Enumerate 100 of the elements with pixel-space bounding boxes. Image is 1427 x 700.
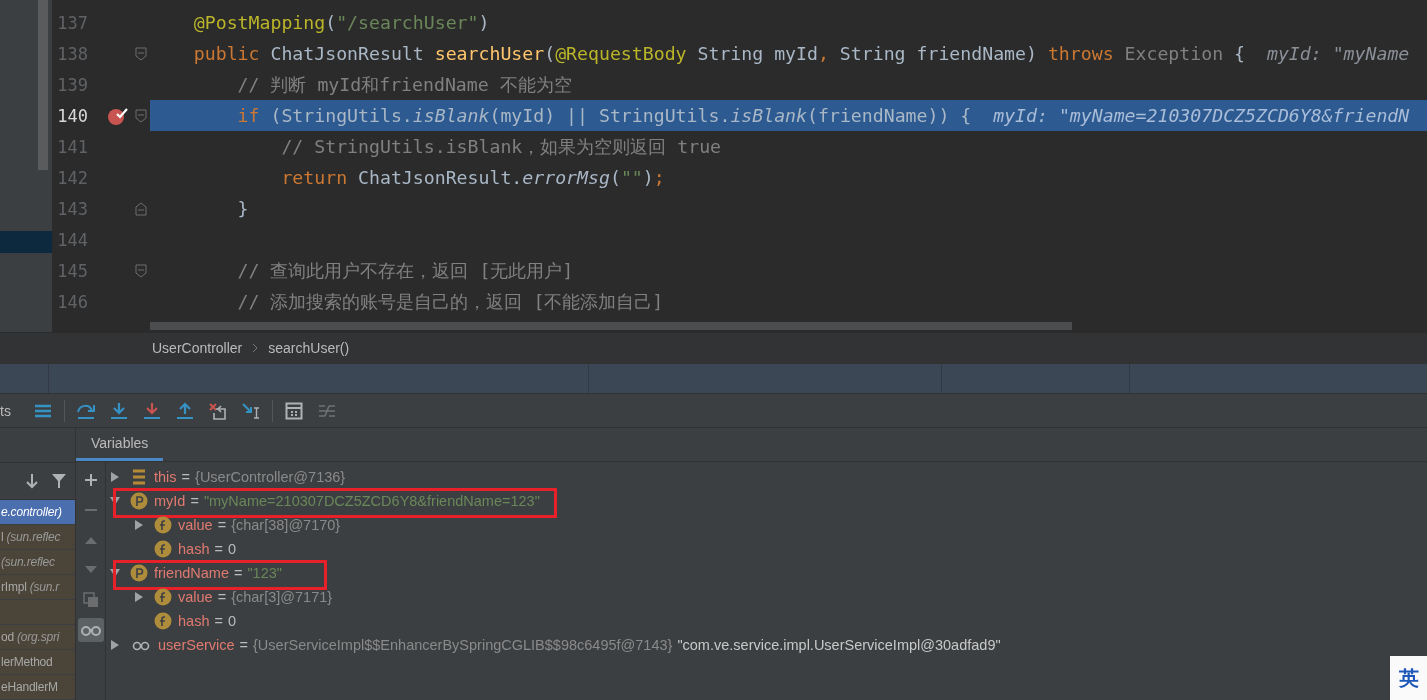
expand-arrow-icon[interactable]	[110, 472, 120, 482]
variable-value: {char[3]@7171}	[231, 589, 333, 605]
line-number: 144	[56, 229, 88, 250]
parameter-icon	[130, 492, 148, 510]
frame-item[interactable]: lerMethod	[0, 650, 75, 675]
plus-icon	[83, 473, 98, 487]
field-icon	[154, 540, 172, 558]
frame-location: (sun.reflec	[1, 555, 55, 569]
field-icon	[154, 516, 172, 534]
line-number: 137	[56, 12, 88, 33]
variable-value: {UserController@7136}	[195, 469, 346, 485]
frame-method: od	[1, 630, 14, 644]
assignment-sign: =	[214, 541, 223, 557]
layout-icon	[34, 402, 52, 419]
variable-value: 0	[227, 541, 236, 557]
frame-location: e.controller)	[1, 505, 62, 519]
chevron-icon	[252, 342, 259, 353]
line-number: 141	[56, 136, 88, 157]
code-line: if (StringUtils.isBlank(myId) || StringUtils.isBlank(friendName)) { myId: "myName=210307DCZ5ZCD6Y8&friendN	[236, 105, 1410, 126]
expand-arrow-icon[interactable]	[110, 640, 120, 650]
assignment-sign: =	[217, 589, 227, 605]
line-number: 143	[56, 198, 88, 219]
fold-icon[interactable]	[135, 46, 147, 61]
line-number: 140	[56, 105, 88, 126]
code-line: // StringUtils.isBlank，如果为空则返回 true	[280, 135, 722, 159]
collapse-arrow-icon[interactable]	[110, 568, 120, 578]
copy-icon	[82, 592, 99, 608]
filter-icon[interactable]	[51, 473, 67, 489]
watches-button[interactable]	[77, 618, 104, 642]
code-line: // 添加搜索的账号是自己的，返回 [不能添加自己]	[236, 290, 664, 314]
line-number: 138	[56, 43, 88, 64]
input-method-indicator[interactable]: 英	[1390, 656, 1427, 700]
frame-location: (sun.reflec	[6, 530, 61, 544]
frame-item[interactable]: rImpl (sun.r	[0, 575, 75, 600]
assignment-sign: =	[217, 517, 227, 533]
step-into-icon	[142, 401, 162, 420]
down-icon	[83, 565, 98, 575]
frame-method: rImpl	[1, 580, 27, 594]
scrollbar-thumb[interactable]	[150, 321, 1072, 330]
expand-arrow-icon[interactable]	[134, 592, 144, 602]
code-line: }	[236, 198, 249, 219]
assignment-sign: =	[239, 637, 249, 653]
assignment-sign: =	[214, 613, 223, 629]
scrollbar-thumb[interactable]	[38, 0, 48, 170]
expand-arrow-icon[interactable]	[134, 520, 144, 530]
breadcrumb[interactable]: searchUser()	[268, 339, 350, 356]
up-icon	[83, 535, 98, 545]
fold-icon[interactable]	[135, 263, 147, 278]
variable-name: value	[178, 589, 213, 605]
variable-value: {char[38]@7170}	[231, 517, 341, 533]
object-icon	[130, 468, 148, 486]
frame-item[interactable]: eHandlerM	[0, 675, 75, 700]
fold-icon[interactable]	[135, 201, 147, 216]
variables-tab[interactable]: Variables	[76, 428, 164, 461]
fold-icon[interactable]	[135, 108, 147, 123]
variable-name: value	[178, 517, 213, 533]
step-into-icon	[109, 401, 129, 420]
variable-value: "myName=210307DCZ5ZCD6Y8&friendName=123"	[203, 493, 540, 509]
glasses-icon	[80, 624, 101, 636]
code-line: // 判断 myId和friendName 不能为空	[236, 73, 572, 97]
frame-method: lerMethod	[1, 655, 53, 669]
line-number: 145	[56, 260, 88, 281]
variable-name: hash	[178, 613, 210, 629]
frame-item[interactable]: e.controller)	[0, 500, 75, 525]
collapse-arrow-icon[interactable]	[110, 496, 120, 506]
frame-method: l	[1, 530, 4, 544]
calculator-icon	[285, 401, 303, 420]
line-number: 139	[56, 74, 88, 95]
assignment-sign: =	[181, 469, 191, 485]
code-line: public ChatJsonResult searchUser(@RequestBody String myId, String friendName) throws Exception { myId: "myName	[192, 43, 1410, 64]
code-line: return ChatJsonResult.errorMsg("");	[280, 167, 665, 188]
variable-value: "123"	[247, 565, 282, 581]
line-number: 146	[56, 291, 88, 312]
down-arrow-icon[interactable]	[25, 473, 39, 489]
variable-name: friendName	[154, 565, 229, 581]
field-icon	[154, 588, 172, 606]
frame-item[interactable]: od (org.spri	[0, 625, 75, 650]
frame-method: eHandlerM	[1, 680, 58, 694]
parameter-icon	[130, 564, 148, 582]
frame-location: (org.spri	[16, 630, 60, 644]
assignment-sign: =	[190, 493, 199, 509]
code-line: // 查询此用户不存在，返回 [无此用户]	[236, 259, 574, 283]
variable-string: "com.ve.service.impl.UserServiceImpl@30adfad9"	[677, 637, 1001, 653]
frame-item[interactable]: l (sun.reflec	[0, 525, 75, 550]
frame-location: (sun.r	[29, 580, 60, 594]
variable-name: myId	[154, 493, 186, 509]
tab-label[interactable]: ts	[0, 402, 14, 419]
variable-name: userService	[158, 637, 235, 653]
step-out-icon	[175, 401, 195, 420]
breadcrumb[interactable]: UserController	[152, 339, 243, 356]
variable-name: this	[154, 469, 177, 485]
drop-frame-icon	[208, 401, 228, 420]
variable-value: 0	[227, 613, 236, 629]
variable-name: hash	[178, 541, 210, 557]
variable-value: {UserServiceImpl$$EnhancerBySpringCGLIB$$98c6495f@7143}	[253, 637, 673, 653]
field-icon	[154, 612, 172, 630]
assignment-sign: =	[233, 565, 243, 581]
frame-item[interactable]: (sun.reflec	[0, 550, 75, 575]
code-line: @PostMapping("/searchUser")	[192, 12, 490, 33]
line-number: 142	[56, 167, 88, 188]
